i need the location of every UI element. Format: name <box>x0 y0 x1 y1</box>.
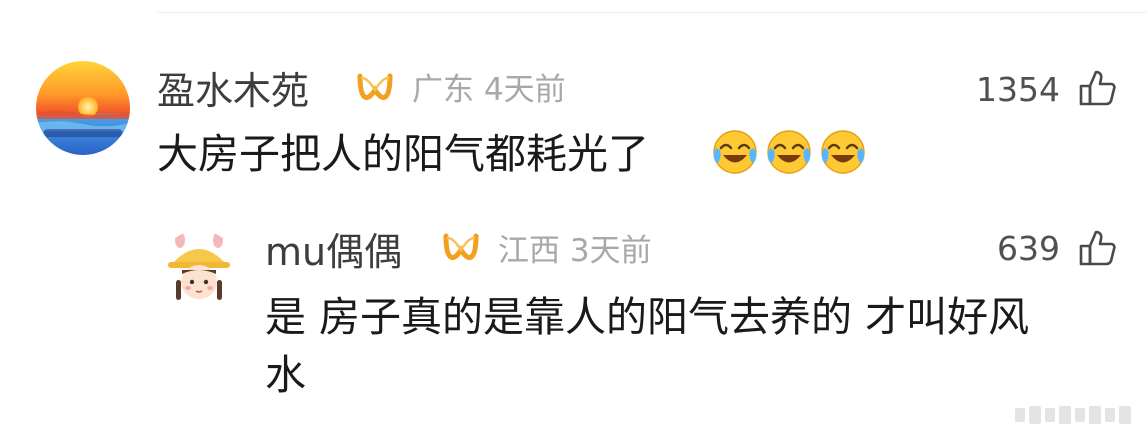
comment-text: 大房子把人的阳气都耗光了 <box>157 130 649 178</box>
avatar-image-sunset <box>36 61 130 155</box>
vip-badge-icon[interactable] <box>442 232 480 268</box>
avatar-replier[interactable] <box>160 230 238 308</box>
replier-location: 江西 <box>498 233 560 269</box>
laugh-cry-emoji <box>713 130 757 174</box>
commenter-time: 4天前 <box>483 72 566 108</box>
commenter-location: 广东 <box>412 72 474 108</box>
avatar-commenter[interactable] <box>36 61 130 155</box>
vip-badge-icon[interactable] <box>356 72 394 108</box>
replier-meta: 江西 3天前 <box>498 231 652 271</box>
commenter-meta: 广东 4天前 <box>412 70 566 110</box>
replier-time: 3天前 <box>569 233 652 269</box>
thumbs-up-icon[interactable] <box>1078 228 1118 268</box>
top-divider <box>158 12 1147 13</box>
avatar-image-cartoon-girl <box>160 230 238 308</box>
thumbs-up-icon[interactable] <box>1078 68 1118 108</box>
reply-text-line-2: 水 <box>265 351 306 399</box>
laugh-cry-emoji <box>821 130 865 174</box>
laugh-cry-emoji <box>767 130 811 174</box>
comment-like-count: 1354 <box>976 70 1060 109</box>
commenter-username[interactable]: 盈水木苑 <box>157 69 309 113</box>
reply-text-line-1: 是 房子真的是靠人的阳气去养的 才叫好风 <box>265 293 1030 341</box>
replier-username[interactable]: mu偶偶 <box>265 230 402 274</box>
reply-like-count: 639 <box>997 229 1060 268</box>
watermark-logo <box>1015 406 1131 424</box>
